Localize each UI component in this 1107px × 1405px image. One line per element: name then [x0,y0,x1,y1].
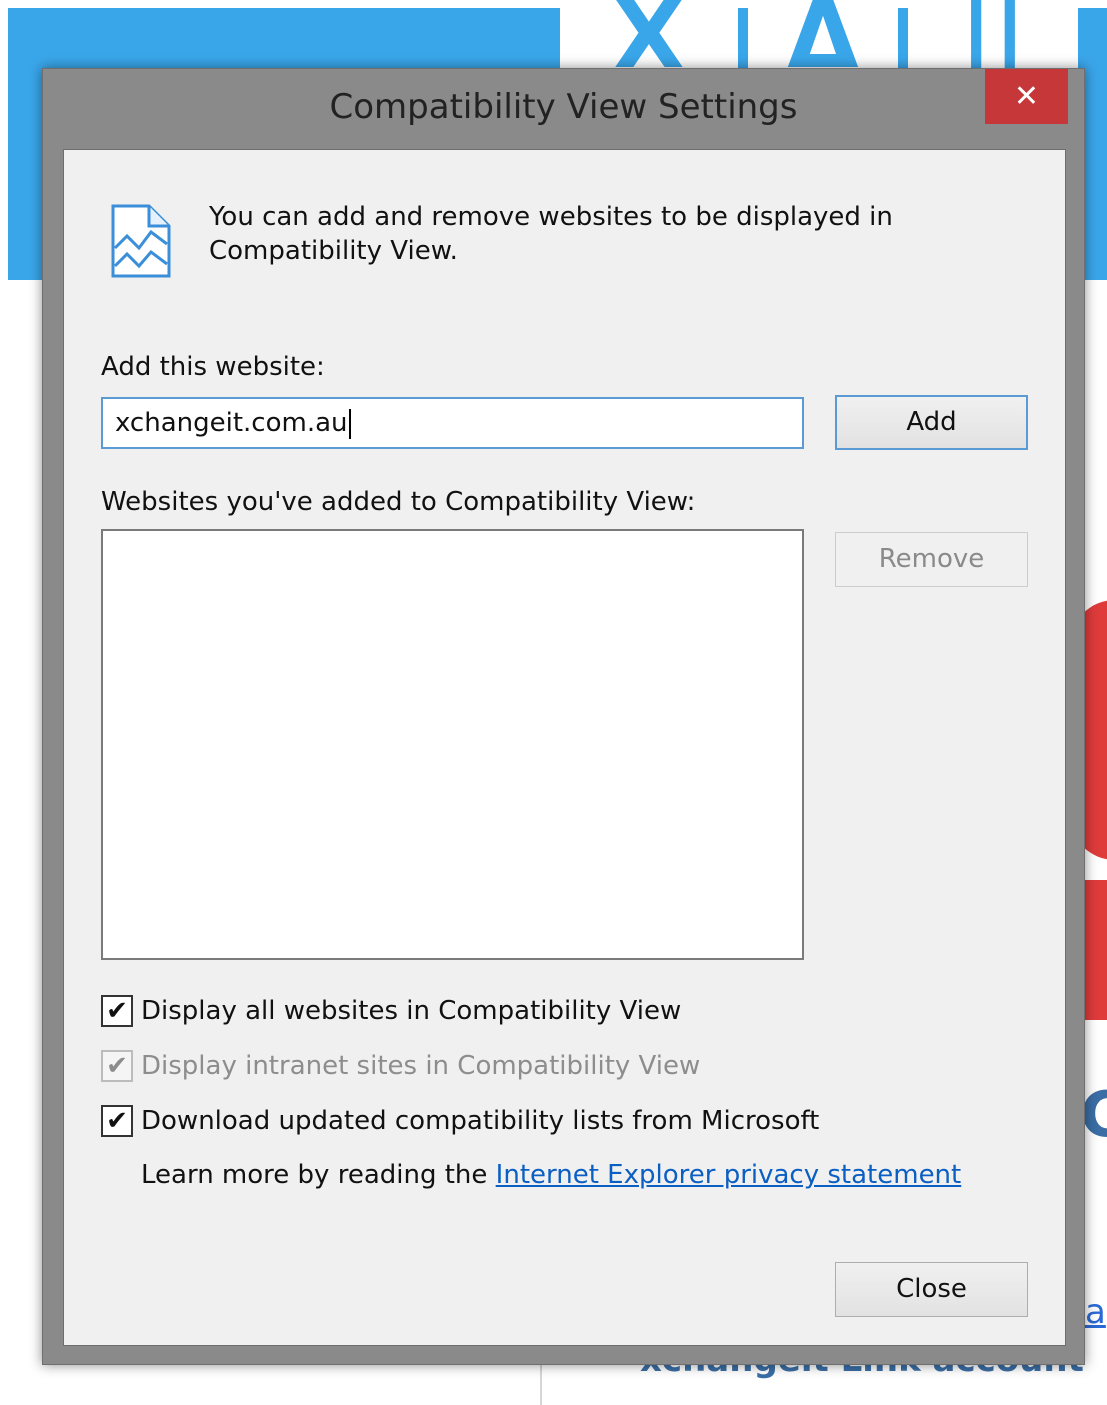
text-caret [348,408,351,439]
info-description: You can add and remove websites to be di… [209,202,893,266]
add-website-label: Add this website: [101,352,325,382]
added-websites-label: Websites you've added to Compatibility V… [101,487,696,517]
display-intranet-sites-checkbox: ✔ [101,1050,133,1082]
display-all-websites-label: Display all websites in Compatibility Vi… [141,996,682,1026]
close-icon[interactable]: ✕ [985,69,1068,124]
dialog-title: Compatibility View Settings [329,87,798,127]
website-url-value: xchangeit.com.au [115,408,348,438]
display-all-websites-checkbox[interactable]: ✔ [101,995,133,1027]
privacy-statement-link[interactable]: Internet Explorer privacy statement [496,1160,962,1190]
learn-more-text: Learn more by reading the Internet Explo… [141,1160,961,1190]
add-button[interactable]: Add [835,395,1028,450]
download-compat-lists-label: Download updated compatibility lists fro… [141,1106,820,1136]
website-url-input[interactable]: xchangeit.com.au [101,397,804,449]
compatibility-view-icon [111,204,171,278]
remove-button[interactable]: Remove [835,532,1028,587]
learn-more-prefix: Learn more by reading the [141,1160,488,1190]
compatibility-view-settings-dialog: Compatibility View Settings ✕ You can ad… [42,68,1085,1365]
download-compat-lists-checkbox[interactable]: ✔ [101,1105,133,1137]
added-websites-list[interactable] [101,529,804,960]
background-partial-link: a [1085,1292,1106,1332]
display-intranet-sites-label: Display intranet sites in Compatibility … [141,1051,701,1081]
close-button[interactable]: Close [835,1262,1028,1317]
dialog-client-area: You can add and remove websites to be di… [63,149,1066,1346]
